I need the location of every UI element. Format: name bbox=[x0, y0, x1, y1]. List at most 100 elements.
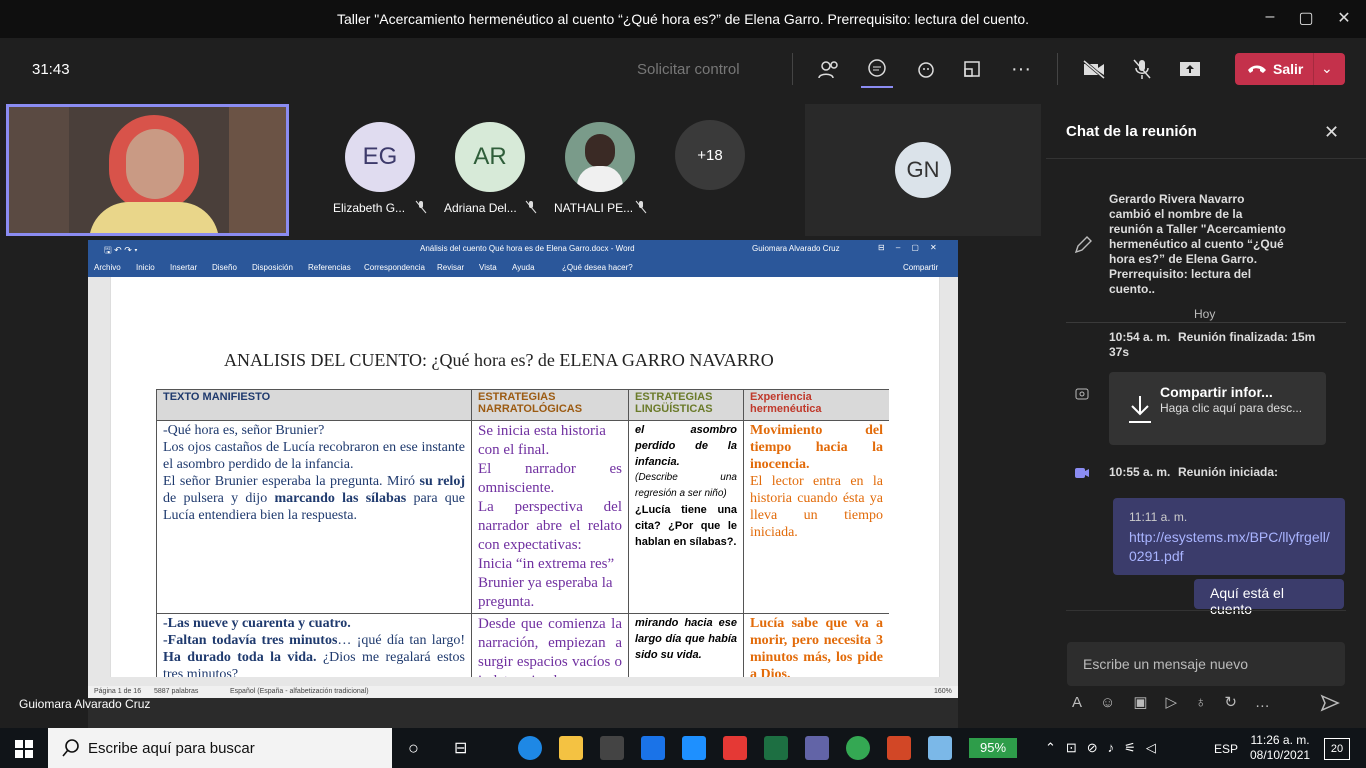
title-bar: Taller "Acercamiento hermenéutico al cue… bbox=[0, 0, 1366, 38]
mail-icon[interactable] bbox=[641, 736, 665, 760]
timestamp: 10:55 a. m. bbox=[1109, 465, 1171, 479]
pencil-icon bbox=[1074, 236, 1092, 254]
clock-date: 08/10/2021 bbox=[1250, 748, 1311, 762]
request-control-button[interactable]: Solicitar control bbox=[637, 61, 740, 78]
avatar[interactable] bbox=[565, 122, 635, 192]
chat-panel: Chat de la reunión ✕ Gerardo Rivera Nava… bbox=[1046, 100, 1366, 728]
word-doc-title: Análisis del cuento Qué hora es de Elena… bbox=[420, 244, 635, 253]
task-view-icon[interactable]: ⊟ bbox=[454, 738, 467, 758]
input-language[interactable]: ESP bbox=[1214, 742, 1238, 756]
timestamp: 10:54 a. m. bbox=[1109, 330, 1171, 344]
reactions-icon[interactable] bbox=[911, 57, 939, 81]
word-tab: Insertar bbox=[170, 263, 198, 272]
rename-message: Gerardo Rivera Navarro cambió el nombre … bbox=[1109, 192, 1286, 296]
table-cell: Lucía sabe que va a morir, pero necesita… bbox=[743, 613, 889, 677]
file-explorer-icon[interactable] bbox=[559, 736, 583, 760]
close-icon[interactable]: ✕ bbox=[1324, 122, 1339, 143]
word-tab: Vista bbox=[479, 263, 497, 272]
search-icon bbox=[62, 739, 79, 757]
word-tab: Correspondencia bbox=[364, 263, 425, 272]
close-icon[interactable]: ✕ bbox=[1331, 8, 1357, 30]
shared-screen: 🖫 ↶ ↷ ▾ Análisis del cuento Qué hora es … bbox=[88, 240, 958, 698]
share-info-card[interactable]: Compartir infor... Haga clic aquí para d… bbox=[1109, 372, 1326, 445]
avatar[interactable]: AR bbox=[455, 122, 525, 192]
table-cell: Desde que comienza la narración, empieza… bbox=[471, 613, 629, 677]
message-input[interactable]: Escribe un mensaje nuevo bbox=[1067, 642, 1345, 686]
word-tab: Revisar bbox=[437, 263, 465, 272]
table-cell: Se inicia esta historia con el final. El … bbox=[471, 420, 629, 614]
participant-tile[interactable]: GN bbox=[805, 104, 1041, 236]
window-title: Taller "Acercamiento hermenéutico al cue… bbox=[336, 11, 1030, 27]
system-tray-icons[interactable]: ⌃⊡⊘♪⚟◁ bbox=[1045, 740, 1166, 756]
presenter-video[interactable] bbox=[6, 104, 289, 236]
meeting-timer: 31:43 bbox=[32, 61, 70, 78]
chat-title: Chat de la reunión bbox=[1066, 123, 1197, 140]
word-tab: Diseño bbox=[212, 263, 237, 272]
cortana-icon[interactable]: ○ bbox=[408, 738, 419, 759]
battery-indicator[interactable]: 95% bbox=[969, 738, 1017, 758]
taskbar-clock[interactable]: 11:26 a. m. 08/10/2021 bbox=[1250, 733, 1310, 763]
share-screen-icon[interactable] bbox=[1176, 57, 1204, 81]
word-tab: Ayuda bbox=[512, 263, 535, 272]
mic-off-icon[interactable] bbox=[1128, 57, 1156, 81]
gif-icon[interactable]: ▣ bbox=[1133, 694, 1165, 711]
mic-off-icon bbox=[525, 200, 537, 214]
powerpoint-icon[interactable] bbox=[887, 736, 911, 760]
more-options-icon[interactable]: ··· bbox=[1007, 57, 1035, 81]
chrome-icon[interactable] bbox=[846, 736, 870, 760]
word-tab: Referencias bbox=[308, 263, 351, 272]
paint-icon[interactable] bbox=[928, 736, 952, 760]
download-icon bbox=[1129, 396, 1151, 423]
more-icon[interactable]: … bbox=[1255, 694, 1288, 711]
word-user: Guiomara Alvarado Cruz bbox=[752, 244, 840, 253]
teams-icon[interactable] bbox=[805, 736, 829, 760]
video-background bbox=[229, 107, 286, 233]
sticker-icon[interactable]: ▷ bbox=[1166, 694, 1196, 711]
horizontal-scrollbar[interactable] bbox=[88, 677, 958, 686]
link-message: 11:11 a. m. http://esystems.mx/BPC/llyfr… bbox=[1113, 498, 1345, 575]
divider bbox=[792, 53, 793, 85]
rooms-icon[interactable] bbox=[958, 57, 986, 81]
clock-time: 11:26 a. m. bbox=[1250, 733, 1310, 747]
language-status: Español (España - alfabetización tradici… bbox=[230, 688, 369, 695]
message-link[interactable]: http://esystems.mx/BPC/llyfrgell/0291.pd… bbox=[1129, 528, 1335, 566]
leave-button[interactable]: Salir ⌄ bbox=[1235, 53, 1345, 85]
app-l-icon[interactable] bbox=[682, 736, 706, 760]
avatar[interactable]: EG bbox=[345, 122, 415, 192]
emoji-icon[interactable]: ☺ bbox=[1100, 694, 1133, 711]
praise-icon[interactable]: ♁ bbox=[1195, 694, 1224, 711]
more-participants-badge[interactable]: +18 bbox=[675, 120, 745, 190]
taskbar-search[interactable]: Escribe aquí para buscar bbox=[48, 728, 392, 768]
leave-label: Salir bbox=[1273, 61, 1304, 77]
format-icon[interactable]: A bbox=[1072, 694, 1100, 711]
table-cell: mirando hacia ese largo día que había si… bbox=[628, 613, 744, 677]
divider bbox=[1066, 610, 1346, 611]
word-tab: Disposición bbox=[252, 263, 293, 272]
chevron-down-icon[interactable]: ⌄ bbox=[1321, 60, 1333, 77]
minimize-icon[interactable]: – bbox=[1257, 8, 1283, 30]
participants-icon[interactable] bbox=[815, 57, 843, 81]
word-tab: ¿Qué desea hacer? bbox=[562, 263, 633, 272]
chat-icon[interactable] bbox=[863, 57, 891, 81]
send-icon[interactable] bbox=[1320, 694, 1340, 712]
recording-icon bbox=[1075, 388, 1089, 400]
store-icon[interactable] bbox=[600, 736, 624, 760]
maximize-icon[interactable]: ▢ bbox=[1293, 8, 1319, 30]
share-card-title: Compartir infor... bbox=[1160, 384, 1273, 400]
shared-taskbar bbox=[88, 698, 958, 728]
camera-off-icon[interactable] bbox=[1080, 57, 1108, 81]
office-icon[interactable] bbox=[723, 736, 747, 760]
loop-icon[interactable]: ↻ bbox=[1224, 694, 1255, 711]
divider bbox=[1057, 53, 1058, 85]
analysis-table: TEXTO MANIFIESTO ESTRATEGIAS NARRATOLÓGI… bbox=[156, 389, 889, 677]
table-cell: -Qué hora es, señor Brunier? Los ojos cas… bbox=[156, 420, 472, 614]
chat-active-indicator bbox=[861, 86, 893, 88]
notifications-icon[interactable]: 20 bbox=[1324, 738, 1350, 760]
edge-icon[interactable] bbox=[518, 736, 542, 760]
table-cell: el asombro perdido de la infancia. (Descr… bbox=[628, 420, 744, 614]
excel-icon[interactable] bbox=[764, 736, 788, 760]
person-shirt bbox=[89, 202, 219, 233]
table-cell: -Las nueve y cuarenta y cuatro. -Faltan t… bbox=[156, 613, 472, 677]
windows-start-icon[interactable] bbox=[15, 740, 33, 758]
phone-hangup-icon bbox=[1248, 65, 1266, 73]
